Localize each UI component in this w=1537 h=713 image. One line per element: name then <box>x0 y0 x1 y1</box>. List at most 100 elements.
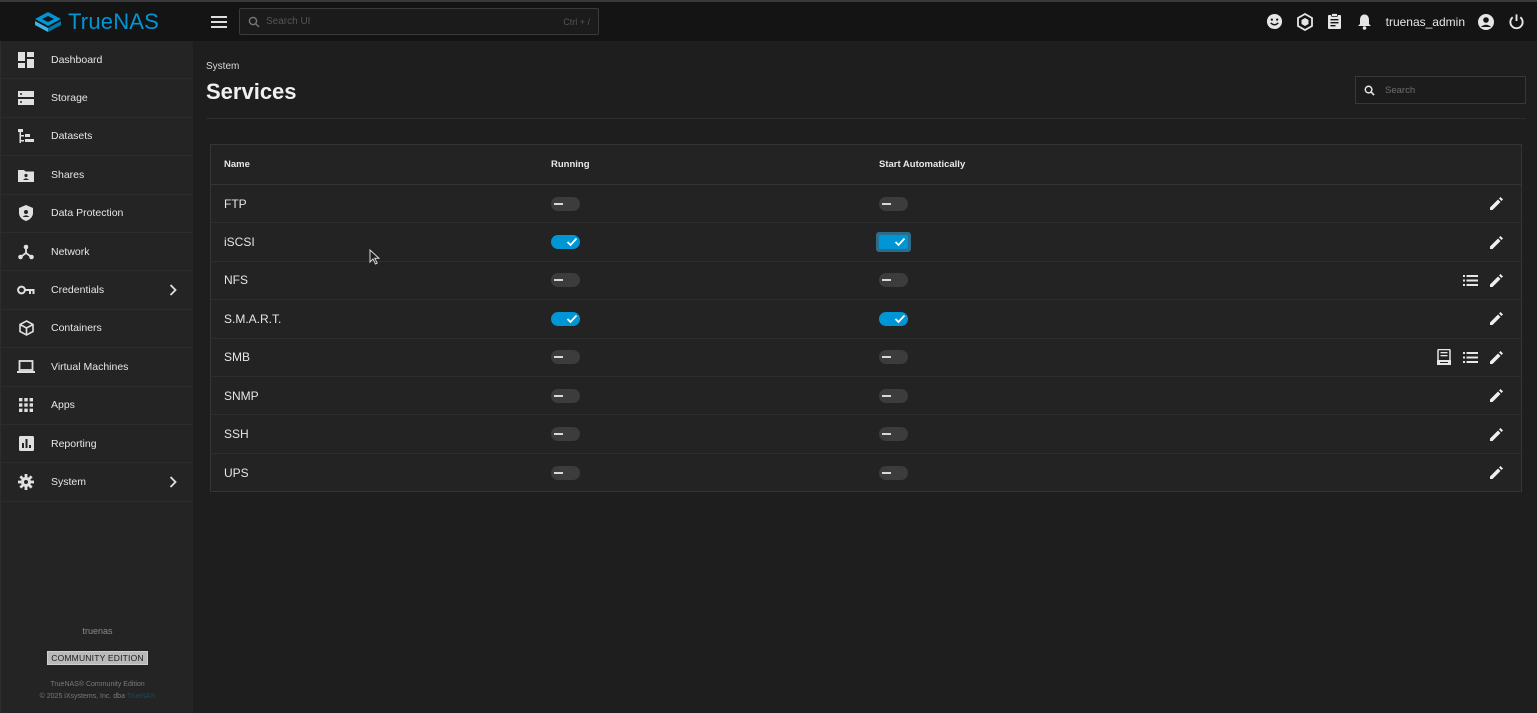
sidebar-item-storage[interactable]: Storage <box>1 79 193 118</box>
services-search-box[interactable] <box>1355 76 1526 104</box>
service-name: SSH <box>224 427 249 442</box>
running-toggle[interactable] <box>551 465 580 480</box>
sidebar-item-label: System <box>51 475 87 488</box>
start-automatically-cell <box>866 235 1426 250</box>
sidebar-item-credentials[interactable]: Credentials <box>1 271 193 310</box>
edit-pencil-icon[interactable] <box>1487 387 1505 405</box>
start-automatically-checkbox[interactable] <box>879 465 908 480</box>
logs-list-icon[interactable] <box>1461 348 1479 366</box>
sidebar-item-containers[interactable]: Containers <box>1 310 193 349</box>
laptop-icon <box>17 358 35 376</box>
sidebar-item-label: Containers <box>51 322 102 335</box>
product-line: TrueNAS® Community Edition <box>50 681 145 688</box>
sidebar-item-apps[interactable]: Apps <box>1 387 193 425</box>
sidebar-item-dashboard[interactable]: Dashboard <box>1 41 193 80</box>
sidebar-item-virtual-machines[interactable]: Virtual Machines <box>1 348 193 387</box>
edit-pencil-icon[interactable] <box>1487 348 1505 366</box>
divider <box>206 118 1526 119</box>
edit-pencil-icon[interactable] <box>1487 271 1505 289</box>
mouse-cursor-icon <box>369 249 380 265</box>
search-icon <box>248 16 260 27</box>
service-name: FTP <box>224 196 247 211</box>
start-automatically-cell <box>866 273 1426 288</box>
sidebar-item-label: Data Protection <box>51 207 124 220</box>
logs-list-icon[interactable] <box>1461 271 1479 289</box>
row-actions <box>1426 310 1521 328</box>
running-cell <box>538 350 866 365</box>
main-content: System Services Name Running Start Autom… <box>193 41 1537 713</box>
service-name: UPS <box>224 465 249 480</box>
start-automatically-checkbox[interactable] <box>879 350 908 365</box>
table-row: SNMP <box>211 377 1521 416</box>
power-icon[interactable] <box>1507 13 1525 31</box>
sidebar-item-system[interactable]: System <box>1 463 193 502</box>
running-toggle[interactable] <box>551 311 580 326</box>
edit-pencil-icon[interactable] <box>1487 310 1505 328</box>
gear-icon <box>17 473 35 491</box>
sidebar-item-label: Credentials <box>51 284 105 297</box>
audit-log-icon[interactable] <box>1435 348 1453 366</box>
edit-pencil-icon[interactable] <box>1487 425 1505 443</box>
row-actions <box>1426 387 1521 405</box>
running-cell <box>538 465 866 480</box>
network-icon <box>17 243 35 261</box>
apps-grid-icon <box>17 396 35 414</box>
truenas-logo[interactable]: TrueNAS <box>0 2 193 41</box>
row-actions <box>1426 233 1521 251</box>
sidebar-item-network[interactable]: Network <box>1 233 193 272</box>
key-icon <box>17 281 35 299</box>
sidebar-item-reporting[interactable]: Reporting <box>1 425 193 464</box>
account-circle-icon[interactable] <box>1477 13 1495 31</box>
table-row: SSH <box>211 415 1521 454</box>
sidebar-item-data-protection[interactable]: Data Protection <box>1 195 193 233</box>
running-toggle[interactable] <box>551 388 580 403</box>
breadcrumb[interactable]: System <box>206 61 239 72</box>
start-automatically-checkbox[interactable] <box>879 388 908 403</box>
feedback-icon[interactable] <box>1266 13 1284 31</box>
shares-icon <box>17 166 35 184</box>
start-automatically-checkbox[interactable] <box>879 273 908 288</box>
truecommand-icon[interactable] <box>1296 12 1314 31</box>
sidebar-item-shares[interactable]: Shares <box>1 156 193 195</box>
service-name: NFS <box>224 273 248 288</box>
global-search-box[interactable]: Ctrl + / <box>239 8 599 35</box>
start-automatically-cell <box>866 427 1426 442</box>
running-toggle[interactable] <box>551 196 580 211</box>
notifications-icon[interactable] <box>1356 13 1374 31</box>
start-automatically-checkbox[interactable] <box>879 235 908 250</box>
table-row: S.M.A.R.T. <box>211 300 1521 339</box>
hamburger-menu-button[interactable] <box>209 12 229 32</box>
service-name: iSCSI <box>224 235 255 250</box>
running-toggle[interactable] <box>551 350 580 365</box>
edit-pencil-icon[interactable] <box>1487 233 1505 251</box>
menu-icon <box>211 15 227 28</box>
table-body: FTP iSCSI NFS S.M.A.R.T. SMB SNMP SSH UPS <box>211 185 1521 492</box>
services-table: Name Running Start Automatically FTP iSCS… <box>210 144 1522 492</box>
running-toggle[interactable] <box>551 273 580 288</box>
column-header-name[interactable]: Name <box>211 159 538 170</box>
start-automatically-checkbox[interactable] <box>879 196 908 211</box>
global-search-input[interactable] <box>266 16 558 27</box>
start-automatically-checkbox[interactable] <box>879 311 908 326</box>
running-toggle[interactable] <box>551 235 580 250</box>
username-label[interactable]: truenas_admin <box>1386 15 1465 29</box>
column-header-start-automatically[interactable]: Start Automatically <box>866 159 1426 170</box>
copyright-text: © 2025 iXsystems, Inc. dba <box>39 693 125 700</box>
start-automatically-checkbox[interactable] <box>879 427 908 442</box>
page-title: Services <box>206 79 297 104</box>
chevron-right-icon <box>169 283 177 301</box>
services-search-input[interactable] <box>1385 84 1525 96</box>
row-actions <box>1426 195 1521 213</box>
column-header-running[interactable]: Running <box>538 159 866 170</box>
sidebar-item-label: Reporting <box>51 437 97 450</box>
sidebar-item-datasets[interactable]: Datasets <box>1 118 193 157</box>
edit-pencil-icon[interactable] <box>1487 464 1505 482</box>
running-toggle[interactable] <box>551 427 580 442</box>
truenas-link[interactable]: TrueNAS <box>127 693 156 700</box>
service-name: SMB <box>224 350 251 365</box>
sidebar-item-label: Apps <box>51 399 75 412</box>
start-automatically-cell <box>866 465 1426 480</box>
edit-pencil-icon[interactable] <box>1487 195 1505 213</box>
search-icon <box>1364 85 1375 96</box>
jobs-icon[interactable] <box>1326 13 1344 31</box>
